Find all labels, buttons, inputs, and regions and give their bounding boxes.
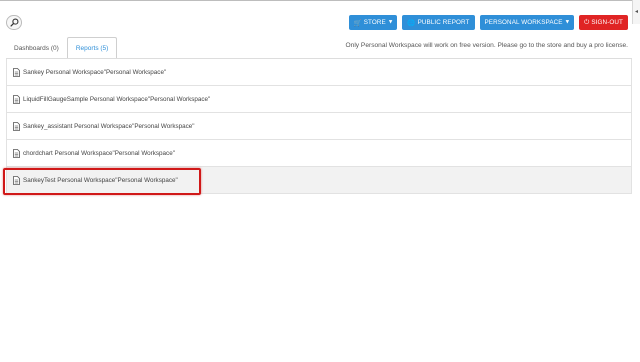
report-name: Sankey_assistant Personal Workspace"Pers… [23, 122, 195, 130]
public-report-button[interactable]: 🌐 PUBLIC REPORT [402, 15, 475, 30]
document-icon [13, 148, 20, 158]
list-item[interactable]: LiquidFillGaugeSample Personal Workspace… [6, 86, 632, 113]
chevron-left-icon: ◂ [634, 8, 638, 15]
workspace-dropdown[interactable]: PERSONAL WORKSPACE ▼ [479, 15, 575, 30]
highlight-annotation [3, 168, 201, 195]
list-item[interactable]: Sankey Personal Workspace"Personal Works… [6, 59, 632, 86]
report-name: LiquidFillGaugeSample Personal Workspace… [23, 95, 211, 103]
toolbar: 🛒 STORE ▼ 🌐 PUBLIC REPORT PERSONAL WORKS… [348, 15, 628, 30]
report-name: chordchart Personal Workspace"Personal W… [23, 149, 175, 157]
search-icon [9, 18, 18, 27]
list-item[interactable]: Sankey_assistant Personal Workspace"Pers… [6, 113, 632, 140]
top-border [0, 0, 640, 1]
document-icon [13, 94, 20, 104]
store-label: STORE [363, 19, 386, 26]
store-button[interactable]: 🛒 STORE ▼ [348, 15, 398, 30]
public-report-label: PUBLIC REPORT [417, 19, 470, 26]
power-icon: ⏻ [584, 18, 590, 26]
license-notice: Only Personal Workspace will work on fre… [345, 42, 628, 49]
list-item[interactable]: chordchart Personal Workspace"Personal W… [6, 140, 632, 167]
tab-dashboards[interactable]: Dashboards (0) [6, 37, 67, 59]
document-icon [13, 121, 20, 131]
signout-button[interactable]: ⏻ SIGN-OUT [579, 15, 628, 30]
caret-down-icon: ▼ [565, 20, 570, 25]
tab-bar: Dashboards (0) Reports (5) [6, 37, 118, 59]
caret-down-icon: ▼ [388, 20, 393, 25]
report-name: Sankey Personal Workspace"Personal Works… [23, 68, 167, 76]
signout-label: SIGN-OUT [591, 19, 623, 26]
cart-icon: 🛒 [353, 18, 362, 27]
workspace-label: PERSONAL WORKSPACE [484, 19, 563, 26]
search-button[interactable] [6, 15, 22, 30]
tab-reports[interactable]: Reports (5) [66, 37, 118, 59]
document-icon [13, 67, 20, 77]
globe-icon: 🌐 [407, 18, 416, 27]
side-panel-toggle[interactable]: ◂ [632, 0, 640, 24]
